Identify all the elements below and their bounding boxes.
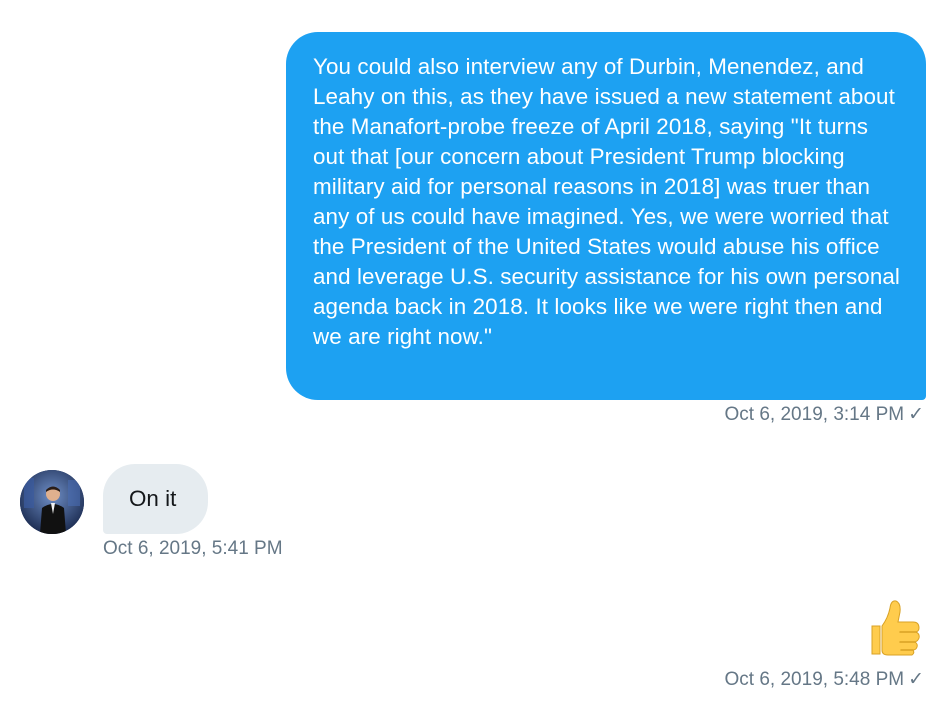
timestamp-text: Oct 6, 2019, 3:14 PM bbox=[724, 404, 905, 425]
message-text: You could also interview any of Durbin, … bbox=[313, 54, 901, 349]
checkmark-icon: ✓ bbox=[908, 404, 924, 425]
timestamp-text: Oct 6, 2019, 5:48 PM bbox=[724, 669, 905, 690]
message-timestamp: Oct 6, 2019, 5:48 PM ✓ bbox=[725, 668, 924, 691]
message-text: On it bbox=[129, 486, 177, 511]
outgoing-message-bubble[interactable]: You could also interview any of Durbin, … bbox=[286, 32, 926, 400]
checkmark-icon: ✓ bbox=[908, 669, 924, 690]
timestamp-text: Oct 6, 2019, 5:41 PM bbox=[103, 538, 283, 559]
message-thread: You could also interview any of Durbin, … bbox=[0, 0, 940, 726]
message-timestamp: Oct 6, 2019, 3:14 PM ✓ bbox=[725, 403, 924, 426]
incoming-message-bubble[interactable]: On it bbox=[103, 464, 208, 534]
message-timestamp: Oct 6, 2019, 5:41 PM bbox=[103, 538, 283, 560]
avatar[interactable] bbox=[20, 470, 84, 534]
user-avatar-icon bbox=[20, 470, 84, 534]
thumbs-up-icon[interactable] bbox=[864, 598, 924, 658]
